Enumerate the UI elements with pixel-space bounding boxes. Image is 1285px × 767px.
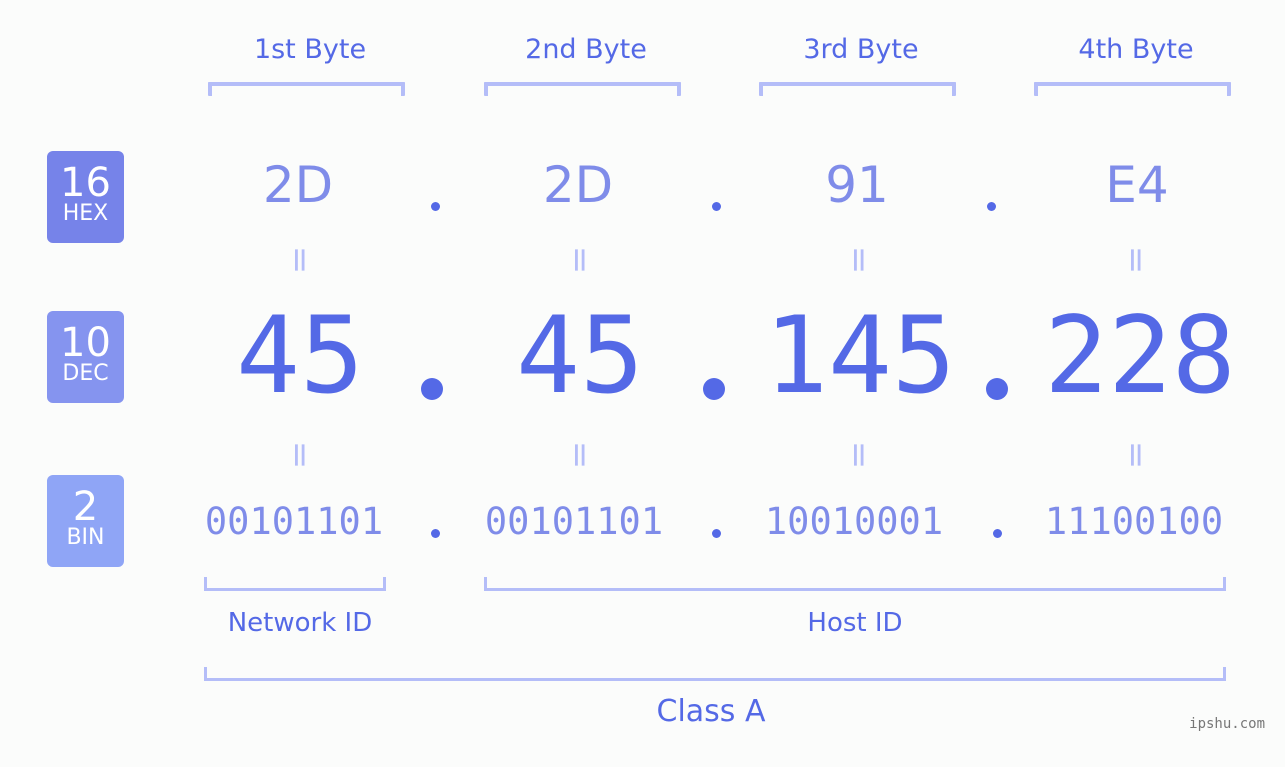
equals-icon: = [280, 440, 320, 470]
byte-label-1: 1st Byte [253, 34, 367, 65]
hex-badge-label: HEX [62, 201, 109, 226]
bin-value-1: 00101101 [204, 500, 384, 543]
dec-value-1: 45 [236, 294, 364, 417]
dec-dot-2 [703, 378, 725, 400]
bin-dot-3 [993, 529, 1002, 538]
bin-badge-label: BIN [66, 525, 105, 550]
byte-label-4: 4th Byte [1078, 34, 1194, 65]
hex-dot-3 [987, 202, 996, 211]
hex-dot-1 [431, 202, 440, 211]
equals-icon: = [1116, 440, 1156, 470]
equals-icon: = [1116, 245, 1156, 275]
network-id-label: Network ID [227, 608, 373, 638]
equals-icon: = [839, 440, 879, 470]
bin-value-4: 11100100 [1044, 500, 1224, 543]
bin-dot-2 [712, 529, 721, 538]
hex-value-1: 2D [262, 156, 334, 214]
equals-icon: = [560, 440, 600, 470]
network-id-bracket [204, 577, 386, 591]
equals-icon: = [280, 245, 320, 275]
byte-label-3: 3rd Byte [803, 34, 919, 65]
dec-value-4: 228 [1044, 294, 1236, 417]
hex-value-3: 91 [825, 156, 889, 214]
dec-badge-base: 10 [60, 320, 111, 366]
hex-value-2: 2D [542, 156, 614, 214]
dec-badge: 10 DEC [47, 311, 124, 403]
equals-icon: = [839, 245, 879, 275]
hex-badge-base: 16 [60, 160, 111, 206]
equals-icon: = [560, 245, 600, 275]
hex-badge: 16 HEX [47, 151, 124, 243]
byte-label-2: 2nd Byte [525, 34, 647, 65]
bin-dot-1 [431, 529, 440, 538]
byte-bracket-3 [759, 82, 956, 96]
bin-value-3: 10010001 [764, 500, 944, 543]
class-bracket [204, 667, 1226, 681]
dec-value-3: 145 [764, 294, 956, 417]
dec-dot-1 [421, 378, 443, 400]
byte-bracket-2 [484, 82, 681, 96]
class-label: Class A [656, 694, 766, 729]
bin-value-2: 00101101 [484, 500, 664, 543]
dec-value-2: 45 [516, 294, 644, 417]
byte-bracket-4 [1034, 82, 1231, 96]
bin-badge: 2 BIN [47, 475, 124, 567]
dec-badge-label: DEC [62, 361, 109, 386]
host-id-bracket [484, 577, 1226, 591]
host-id-label: Host ID [807, 608, 903, 638]
hex-dot-2 [712, 202, 721, 211]
watermark: ipshu.com [1189, 716, 1265, 732]
dec-dot-3 [986, 378, 1008, 400]
hex-value-4: E4 [1105, 156, 1169, 214]
bin-badge-base: 2 [72, 484, 99, 530]
byte-bracket-1 [208, 82, 405, 96]
